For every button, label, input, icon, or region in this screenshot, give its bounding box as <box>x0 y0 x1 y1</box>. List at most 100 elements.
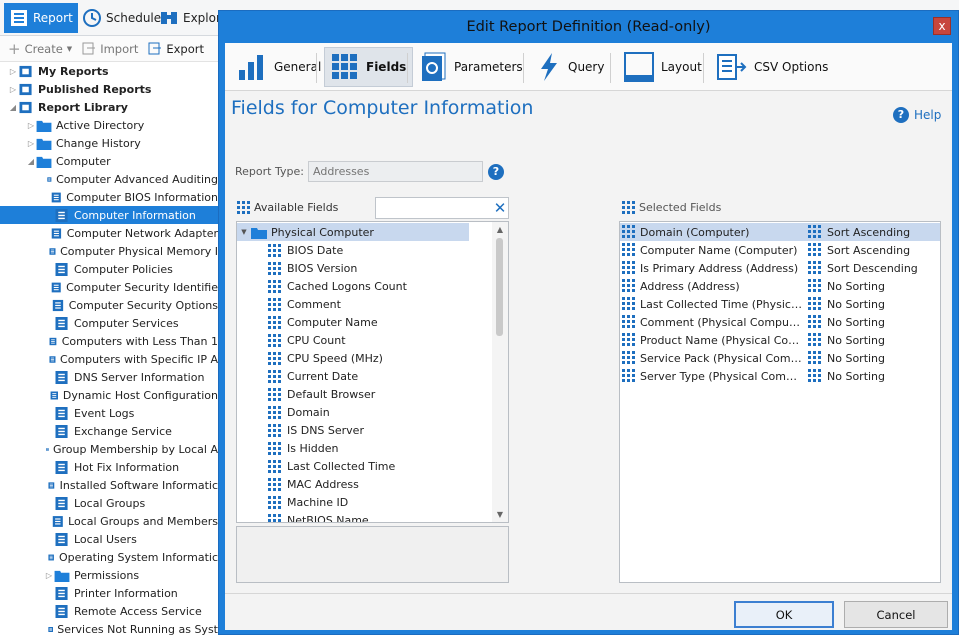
tree-item[interactable]: Computers with Specific IP A <box>0 350 218 368</box>
available-field-item[interactable]: Machine ID <box>268 493 348 511</box>
tree-item[interactable]: Services Not Running as Syst <box>0 620 218 635</box>
available-field-item[interactable]: Default Browser <box>268 385 375 403</box>
available-field-item[interactable]: Cached Logons Count <box>268 277 407 295</box>
tree-item[interactable]: Exchange Service <box>0 422 218 440</box>
sort-order[interactable]: Sort Descending <box>827 262 918 275</box>
tree-item[interactable]: Dynamic Host Configuration <box>0 386 218 404</box>
selected-field-row[interactable]: Comment (Physical Computer) No Sorting <box>620 313 940 331</box>
chevron-right-icon[interactable]: ▷ <box>26 139 36 148</box>
selected-field-row[interactable]: Server Type (Physical Comput... No Sortin… <box>620 367 940 385</box>
available-field-item[interactable]: BIOS Date <box>268 241 343 259</box>
tab-csv-options[interactable]: CSV Options <box>711 47 834 87</box>
ok-button[interactable]: OK <box>734 601 834 628</box>
scroll-up-icon[interactable]: ▲ <box>492 225 508 234</box>
tree-item[interactable]: Remote Access Service <box>0 602 218 620</box>
sort-order[interactable]: No Sorting <box>827 298 885 311</box>
report-type-help-icon[interactable]: ? <box>488 164 504 180</box>
tree-item[interactable]: ▷ My Reports <box>0 62 218 80</box>
tree-item[interactable]: Local Groups <box>0 494 218 512</box>
expand-arrow-icon[interactable]: ▼ <box>237 228 251 236</box>
tree-item[interactable]: Installed Software Informatic <box>0 476 218 494</box>
tree-item[interactable]: DNS Server Information <box>0 368 218 386</box>
tab-parameters[interactable]: Parameters <box>415 47 529 87</box>
sort-order[interactable]: No Sorting <box>827 352 885 365</box>
tree-item[interactable]: Computer Security Identifie <box>0 278 218 296</box>
selected-field-row[interactable]: Address (Address) No Sorting <box>620 277 940 295</box>
tree-item[interactable]: Computer Security Options <box>0 296 218 314</box>
import-button[interactable]: Import <box>82 42 138 56</box>
search-input[interactable] <box>375 197 509 219</box>
tree-item[interactable]: Local Groups and Members <box>0 512 218 530</box>
tree-item[interactable]: ▷ Published Reports <box>0 80 218 98</box>
create-button[interactable]: + Create ▼ <box>8 41 72 56</box>
available-field-item[interactable]: Last Collected Time <box>268 457 395 475</box>
tab-general[interactable]: General <box>231 47 327 87</box>
available-field-item[interactable]: Current Date <box>268 367 358 385</box>
available-field-item[interactable]: Domain <box>268 403 330 421</box>
available-field-item[interactable]: NetBIOS Name <box>268 511 369 522</box>
chevron-right-icon[interactable]: ▷ <box>8 67 18 76</box>
tree-item[interactable]: Computer Network Adapter <box>0 224 218 242</box>
chevron-right-icon[interactable]: ▷ <box>44 571 54 580</box>
available-field-item[interactable]: CPU Count <box>268 331 346 349</box>
tree-item[interactable]: ▷ Active Directory <box>0 116 218 134</box>
tree-item[interactable]: Event Logs <box>0 404 218 422</box>
available-fields-list[interactable]: ▼ Physical Computer BIOS Date BIOS Versio… <box>236 221 509 523</box>
selected-field-row[interactable]: Last Collected Time (Physical ... No Sort… <box>620 295 940 313</box>
tree-item[interactable]: ◢ Computer <box>0 152 218 170</box>
available-field-item[interactable]: Computer Name <box>268 313 378 331</box>
available-field-item[interactable]: Comment <box>268 295 341 313</box>
selected-fields-list[interactable]: Domain (Computer) Sort Ascending Computer … <box>619 221 941 583</box>
sort-order[interactable]: Sort Ascending <box>827 244 910 257</box>
scrollbar-thumb[interactable] <box>496 238 503 336</box>
available-field-item[interactable]: IS DNS Server <box>268 421 364 439</box>
sort-order[interactable]: Sort Ascending <box>827 226 910 239</box>
tree-item[interactable]: Hot Fix Information <box>0 458 218 476</box>
selected-field-row[interactable]: Computer Name (Computer) Sort Ascending <box>620 241 940 259</box>
selected-field-row[interactable]: Is Primary Address (Address) Sort Descend… <box>620 259 940 277</box>
tree-item[interactable]: Computer Advanced Auditing <box>0 170 218 188</box>
tree-item[interactable]: ▷ Change History <box>0 134 218 152</box>
tree-item[interactable]: Computer Policies <box>0 260 218 278</box>
tree-item[interactable]: Group Membership by Local A <box>0 440 218 458</box>
tree-item[interactable]: Computers with Less Than 1 <box>0 332 218 350</box>
chevron-down-icon[interactable]: ◢ <box>26 157 36 166</box>
selected-field-row[interactable]: Domain (Computer) Sort Ascending <box>620 223 940 241</box>
scroll-down-icon[interactable]: ▼ <box>492 510 508 519</box>
tree-item[interactable]: Operating System Informatic <box>0 548 218 566</box>
cancel-button[interactable]: Cancel <box>844 601 948 628</box>
sort-order[interactable]: No Sorting <box>827 334 885 347</box>
available-field-item[interactable]: MAC Address <box>268 475 359 493</box>
tree-item[interactable]: ◢ Report Library <box>0 98 218 116</box>
available-field-item[interactable]: BIOS Version <box>268 259 357 277</box>
sort-order[interactable]: No Sorting <box>827 316 885 329</box>
tree-item[interactable]: Printer Information <box>0 584 218 602</box>
report-type-field[interactable] <box>308 161 483 182</box>
selected-field-row[interactable]: Service Pack (Physical Compu... No Sortin… <box>620 349 940 367</box>
sort-order[interactable]: No Sorting <box>827 280 885 293</box>
tree-root-physical-computer[interactable]: ▼ Physical Computer <box>237 223 469 241</box>
chevron-right-icon[interactable]: ▷ <box>26 121 36 130</box>
close-button[interactable]: x <box>933 17 951 35</box>
help-link[interactable]: ? Help <box>893 107 941 123</box>
tab-schedule[interactable]: Schedule <box>77 3 166 33</box>
export-button[interactable]: Export <box>148 42 204 56</box>
tree-item[interactable]: Computer Information <box>0 206 218 224</box>
available-field-item[interactable]: CPU Speed (MHz) <box>268 349 383 367</box>
tree-item[interactable]: Local Users <box>0 530 218 548</box>
tree-item[interactable]: Computer BIOS Information <box>0 188 218 206</box>
tab-fields[interactable]: Fields <box>324 47 414 87</box>
tab-layout[interactable]: Layout <box>618 47 708 87</box>
tab-report[interactable]: Report <box>4 3 78 33</box>
tree-item[interactable]: Computer Services <box>0 314 218 332</box>
selected-field-row[interactable]: Product Name (Physical Comp... No Sorting <box>620 331 940 349</box>
tab-query[interactable]: Query <box>531 47 610 87</box>
tree-item[interactable]: Computer Physical Memory I <box>0 242 218 260</box>
scrollbar[interactable]: ▲ ▼ <box>492 222 508 522</box>
sort-order[interactable]: No Sorting <box>827 370 885 383</box>
chevron-down-icon[interactable]: ◢ <box>8 103 18 112</box>
available-field-item[interactable]: Is Hidden <box>268 439 339 457</box>
tree-item[interactable]: ▷ Permissions <box>0 566 218 584</box>
clear-search-icon[interactable]: ✕ <box>493 198 507 218</box>
chevron-right-icon[interactable]: ▷ <box>8 85 18 94</box>
